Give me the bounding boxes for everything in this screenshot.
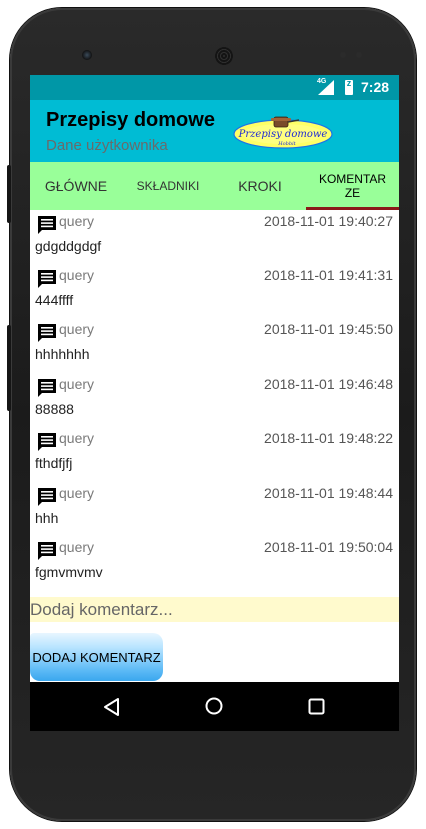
comment-text: hhhhhhh [35, 346, 90, 362]
logo-subtext: Hobbit [277, 141, 296, 147]
tab-skladniki[interactable]: SKŁADNIKI [122, 162, 214, 210]
proximity-sensor [340, 52, 346, 58]
light-sensor [356, 52, 362, 58]
battery-icon: z [345, 78, 353, 95]
earpiece-speaker [215, 47, 233, 65]
comment-icon [38, 216, 56, 234]
comment-text: fgmvmvmv [35, 564, 103, 580]
comment-user: query [59, 213, 95, 229]
comment-text: gdgddgdgf [35, 238, 102, 254]
comment-item: query 2018-11-01 19:48:44 hhh [30, 482, 399, 536]
comment-text: hhh [35, 510, 59, 526]
comment-text: 88888 [35, 401, 74, 417]
status-bar: 4G z 7:28 [30, 75, 399, 100]
comment-item: query 2018-11-01 19:46:48 88888 [30, 373, 399, 427]
power-button [7, 325, 11, 411]
front-camera [82, 50, 92, 60]
comment-timestamp: 2018-11-01 19:40:27 [264, 213, 393, 229]
comment-user: query [59, 376, 95, 392]
comment-input[interactable] [30, 597, 399, 622]
comment-item: query 2018-11-01 19:40:27 gdgddgdgf [30, 210, 399, 264]
comment-user: query [59, 430, 95, 446]
battery-charge-glyph: z [346, 78, 352, 88]
network-type: 4G [317, 78, 327, 85]
app-subtitle: Dane użytkownika [46, 137, 168, 154]
status-time: 7:28 [361, 79, 390, 95]
comment-icon [38, 433, 56, 451]
comment-item: query 2018-11-01 19:45:50 hhhhhhh [30, 318, 399, 372]
comment-icon [38, 324, 56, 342]
comment-icon [38, 379, 56, 397]
comment-item: query 2018-11-01 19:48:22 fthdfjfj [30, 427, 399, 481]
comment-timestamp: 2018-11-01 19:46:48 [264, 376, 393, 392]
navigation-bar [30, 682, 399, 731]
recent-apps-icon[interactable] [308, 698, 325, 715]
tab-kroki[interactable]: KROKI [214, 162, 306, 210]
logo-text: Przepisy domowe [238, 129, 328, 140]
comment-item: query 2018-11-01 19:41:31 444ffff [30, 264, 399, 318]
comment-timestamp: 2018-11-01 19:48:22 [264, 430, 393, 446]
screen: 4G z 7:28 Przepisy domowe Dane użytkowni… [30, 75, 399, 731]
comment-user: query [59, 321, 95, 337]
comment-text: 444ffff [35, 292, 74, 308]
app-title: Przepisy domowe [46, 109, 215, 131]
comment-item: query 2018-11-01 19:50:04 fgmvmvmv [30, 536, 399, 590]
comment-icon [38, 488, 56, 506]
comment-timestamp: 2018-11-01 19:41:31 [264, 267, 393, 283]
comment-user: query [59, 539, 95, 555]
comment-timestamp: 2018-11-01 19:48:44 [264, 485, 393, 501]
comment-user: query [59, 267, 95, 283]
tab-bar: GŁÓWNE SKŁADNIKI KROKI KOMENTAR ZE [30, 162, 399, 210]
tab-komentarze-label: KOMENTAR ZE [318, 172, 387, 200]
back-icon[interactable] [102, 697, 122, 717]
tab-glowne[interactable]: GŁÓWNE [30, 162, 122, 210]
comment-timestamp: 2018-11-01 19:45:50 [264, 321, 393, 337]
comment-icon [38, 270, 56, 288]
comment-user: query [59, 485, 95, 501]
tab-komentarze[interactable]: KOMENTAR ZE [306, 162, 399, 210]
home-icon[interactable] [204, 696, 224, 716]
comment-timestamp: 2018-11-01 19:50:04 [264, 539, 393, 555]
comment-icon [38, 542, 56, 560]
comment-text: fthdfjfj [35, 455, 73, 471]
add-comment-button[interactable]: DODAJ KOMENTARZ [30, 633, 163, 681]
volume-button [7, 165, 11, 223]
app-bar: Przepisy domowe Dane użytkownika Przepis… [30, 100, 399, 162]
app-logo: Przepisy domowe Hobbit [233, 116, 333, 149]
